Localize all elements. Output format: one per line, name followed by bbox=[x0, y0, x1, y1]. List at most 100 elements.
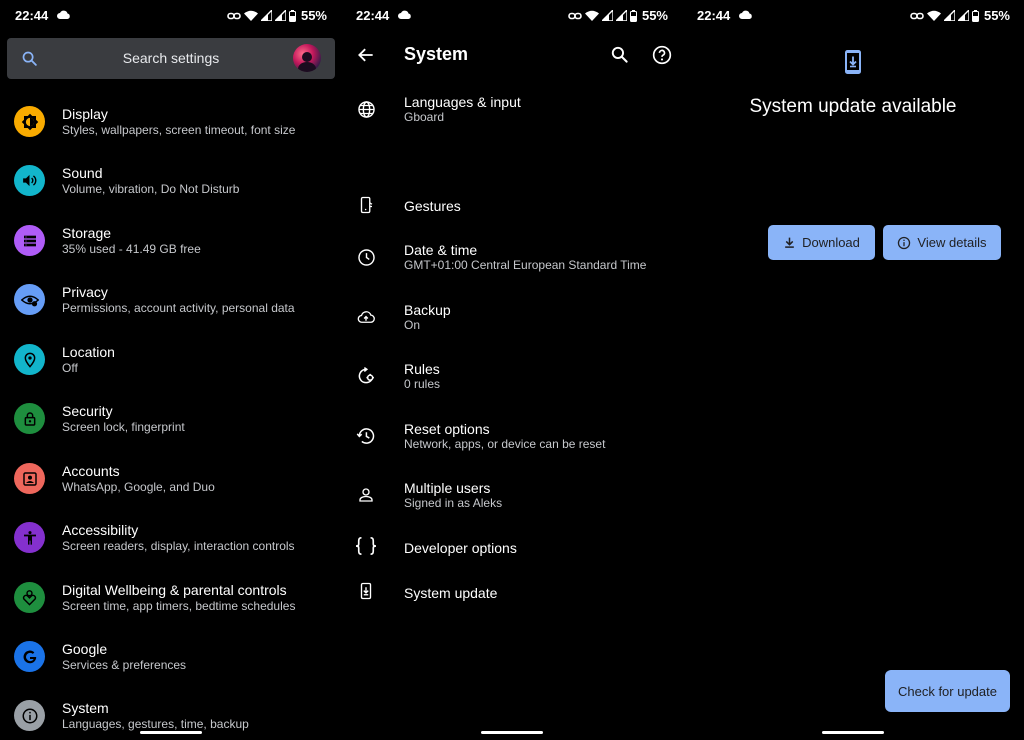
system-item-subtitle: GMT+01:00 Central European Standard Time bbox=[404, 258, 647, 272]
system-item-title: Reset options bbox=[404, 421, 490, 437]
google-icon bbox=[14, 641, 45, 672]
search-icon[interactable] bbox=[610, 45, 629, 64]
settings-item-security[interactable]: Security Screen lock, fingerprint bbox=[0, 390, 341, 446]
system-item-multiple-users[interactable]: Multiple users Signed in as Aleks bbox=[341, 472, 682, 520]
settings-item-sound[interactable]: Sound Volume, vibration, Do Not Disturb bbox=[0, 152, 341, 208]
settings-item-subtitle: WhatsApp, Google, and Duo bbox=[62, 480, 215, 494]
settings-item-subtitle: Languages, gestures, time, backup bbox=[62, 717, 249, 731]
settings-item-title: Display bbox=[62, 106, 108, 122]
cloud-upload-icon bbox=[355, 306, 377, 328]
view-details-button[interactable]: View details bbox=[883, 225, 1001, 260]
gesture-nav-bar[interactable] bbox=[480, 731, 543, 734]
settings-item-title: Digital Wellbeing & parental controls bbox=[62, 582, 287, 598]
settings-item-storage[interactable]: Storage 35% used - 41.49 GB free bbox=[0, 212, 341, 268]
system-item-system-update[interactable]: System update bbox=[341, 571, 682, 613]
update-title: System update available bbox=[749, 96, 957, 117]
system-item-reset-options[interactable]: Reset options Network, apps, or device c… bbox=[341, 413, 682, 461]
system-item-title: Rules bbox=[404, 361, 440, 377]
system-item-subtitle: 0 rules bbox=[404, 377, 441, 391]
cloud-icon bbox=[739, 10, 752, 19]
settings-item-subtitle: Styles, wallpapers, screen timeout, font… bbox=[62, 123, 296, 137]
system-item-title: Backup bbox=[404, 302, 451, 318]
settings-item-title: Accounts bbox=[62, 463, 120, 479]
system-item-subtitle: Signed in as Aleks bbox=[404, 496, 503, 510]
battery-percent: 55% bbox=[983, 8, 1010, 23]
settings-item-location[interactable]: Location Off bbox=[0, 331, 341, 387]
settings-item-accessibility[interactable]: Accessibility Screen readers, display, i… bbox=[0, 509, 341, 565]
signal-icon-2 bbox=[615, 10, 627, 21]
wifi-icon bbox=[926, 10, 941, 21]
settings-item-title: Sound bbox=[62, 165, 103, 181]
settings-item-privacy[interactable]: Privacy Permissions, account activity, p… bbox=[0, 271, 341, 327]
settings-item-title: System bbox=[62, 700, 109, 716]
back-arrow-icon[interactable] bbox=[356, 45, 376, 65]
account-box-icon bbox=[14, 463, 45, 494]
system-update-icon bbox=[845, 50, 861, 74]
link-icon bbox=[227, 12, 241, 19]
settings-item-title: Privacy bbox=[62, 284, 108, 300]
settings-item-title: Accessibility bbox=[62, 522, 139, 538]
settings-item-subtitle: Volume, vibration, Do Not Disturb bbox=[62, 182, 240, 196]
status-time: 22:44 bbox=[697, 8, 731, 23]
system-item-subtitle: On bbox=[404, 318, 421, 332]
info-icon bbox=[898, 236, 911, 249]
signal-icon bbox=[260, 10, 272, 21]
settings-item-subtitle: Screen readers, display, interaction con… bbox=[62, 539, 295, 553]
system-item-subtitle: Network, apps, or device can be reset bbox=[404, 437, 606, 451]
settings-item-title: Storage bbox=[62, 225, 112, 241]
app-bar: System bbox=[341, 30, 682, 80]
system-item-developer-options[interactable]: Developer options bbox=[341, 526, 682, 568]
person-icon bbox=[355, 484, 377, 506]
volume-icon bbox=[14, 165, 45, 196]
system-item-gestures[interactable]: Gestures bbox=[341, 185, 682, 225]
settings-panel: 22:44 55% Search settings Display Styles… bbox=[0, 0, 341, 740]
battery-icon bbox=[288, 9, 296, 22]
download-button[interactable]: Download bbox=[768, 225, 875, 260]
settings-item-display[interactable]: Display Styles, wallpapers, screen timeo… bbox=[0, 93, 341, 149]
view-details-button-label: View details bbox=[917, 235, 987, 250]
system-item-rules[interactable]: Rules 0 rules bbox=[341, 353, 682, 401]
status-bar: 22:44 55% bbox=[341, 0, 682, 30]
settings-item-subtitle: Screen lock, fingerprint bbox=[62, 420, 185, 434]
system-item-title: Multiple users bbox=[404, 480, 491, 496]
braces-icon bbox=[353, 535, 379, 557]
download-button-label: Download bbox=[802, 235, 860, 250]
lock-icon bbox=[14, 403, 45, 434]
avatar[interactable] bbox=[293, 44, 321, 72]
gesture-nav-bar[interactable] bbox=[822, 731, 884, 734]
system-update-icon bbox=[355, 580, 377, 602]
settings-item-title: Location bbox=[62, 344, 115, 360]
system-item-subtitle: Gboard bbox=[404, 110, 445, 124]
settings-item-google[interactable]: Google Services & preferences bbox=[0, 628, 341, 684]
history-icon bbox=[355, 425, 377, 447]
system-update-panel: 22:44 55% System update available Downlo… bbox=[682, 0, 1024, 740]
system-item-date-time[interactable]: Date & time GMT+01:00 Central European S… bbox=[341, 234, 682, 282]
system-item-title: System update bbox=[404, 585, 498, 601]
clock-icon bbox=[355, 246, 377, 268]
status-bar: 22:44 55% bbox=[682, 0, 1024, 30]
settings-item-digital-wellbeing[interactable]: Digital Wellbeing & parental controls Sc… bbox=[0, 569, 341, 625]
system-item-title: Developer options bbox=[404, 540, 517, 556]
link-icon bbox=[910, 12, 924, 19]
settings-item-subtitle: Screen time, app timers, bedtime schedul… bbox=[62, 599, 296, 613]
help-icon[interactable] bbox=[652, 45, 672, 65]
wellbeing-icon bbox=[14, 582, 45, 613]
system-item-backup[interactable]: Backup On bbox=[341, 294, 682, 342]
rules-icon bbox=[355, 365, 377, 387]
signal-icon bbox=[943, 10, 955, 21]
search-bar[interactable]: Search settings bbox=[7, 38, 335, 79]
settings-item-accounts[interactable]: Accounts WhatsApp, Google, and Duo bbox=[0, 450, 341, 506]
settings-item-subtitle: Permissions, account activity, personal … bbox=[62, 301, 295, 315]
system-item-title: Date & time bbox=[404, 242, 478, 258]
system-item-title: Languages & input bbox=[404, 94, 521, 110]
info-icon bbox=[14, 700, 45, 731]
system-item-languages[interactable]: Languages & input Gboard bbox=[341, 86, 682, 136]
gesture-nav-bar[interactable] bbox=[139, 731, 202, 734]
privacy-eye-icon bbox=[14, 284, 45, 315]
signal-icon bbox=[601, 10, 613, 21]
check-for-update-button[interactable]: Check for update bbox=[885, 670, 1010, 712]
page-title: System bbox=[404, 44, 469, 64]
status-time: 22:44 bbox=[356, 8, 390, 23]
check-for-update-label: Check for update bbox=[897, 683, 997, 699]
signal-icon-2 bbox=[274, 10, 286, 21]
